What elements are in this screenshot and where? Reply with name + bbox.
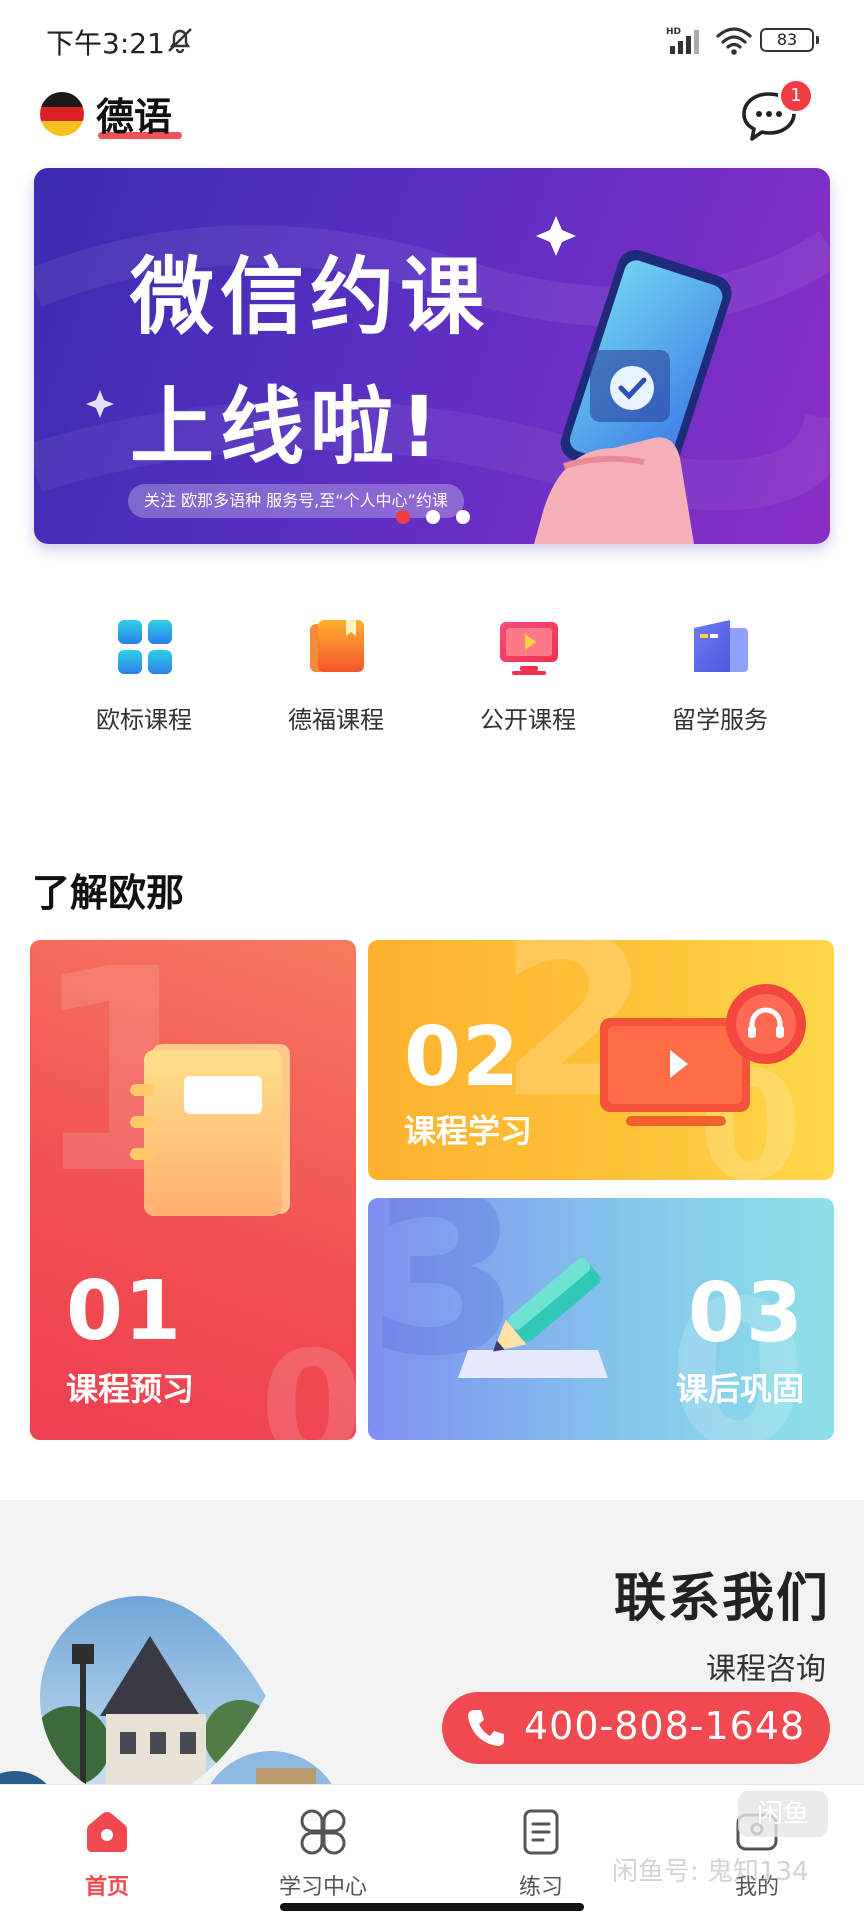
- grid-apps-icon: [118, 620, 172, 674]
- contact-section: 联系我们 课程咨询 400-808-1648: [0, 1500, 864, 1784]
- pagination-dot-2[interactable]: [426, 510, 440, 524]
- menu-item-testdaf-courses[interactable]: 德福课程: [256, 612, 416, 742]
- signal-hd-icon: HD: [666, 27, 699, 54]
- menu-item-label: 德福课程: [288, 706, 384, 734]
- phone-in-hand-illustration: [534, 250, 732, 544]
- banner-title-line1: 微信约课: [130, 248, 491, 346]
- quick-menu: 欧标课程 德福课程 公开课程 留学服务: [0, 612, 864, 742]
- promo-banner[interactable]: 微信约课 上线啦! 关注 欧那多语种 服务号,至“个人中心”约课: [34, 168, 830, 544]
- menu-item-study-abroad[interactable]: 留学服务: [640, 612, 800, 742]
- wifi-icon: [716, 27, 752, 55]
- tv-play-icon: [500, 622, 558, 675]
- app-header: 德语 1: [0, 78, 864, 168]
- home-indicator: [280, 1903, 584, 1911]
- tab-label: 学习中心: [278, 1875, 367, 1900]
- section-title: 了解欧那: [32, 871, 185, 915]
- pagination-dot-1[interactable]: [396, 510, 410, 524]
- language-selector[interactable]: 德语: [96, 86, 172, 141]
- menu-item-label: 留学服务: [672, 706, 768, 734]
- banner-title-line2: 上线啦!: [130, 378, 445, 476]
- tab-study-center[interactable]: 学习中心: [248, 1797, 398, 1900]
- card-after-class-review[interactable]: 3 0 03 课后巩固: [368, 1198, 834, 1440]
- home-icon: [87, 1812, 127, 1852]
- contact-title: 联系我们: [613, 1569, 830, 1629]
- tab-label: 首页: [84, 1875, 129, 1900]
- tab-home[interactable]: 首页: [32, 1797, 182, 1900]
- tab-practice[interactable]: 练习: [466, 1797, 616, 1900]
- menu-item-label: 欧标课程: [96, 706, 192, 734]
- document-list-icon: [523, 1809, 559, 1855]
- svg-text:HD: HD: [666, 27, 681, 37]
- card-label: 课程预习: [66, 1370, 195, 1408]
- card-number: 01: [66, 1264, 183, 1359]
- building-photo: [199, 1751, 343, 1784]
- battery-indicator: 83: [760, 28, 819, 52]
- video-headphones-illustration: [600, 984, 806, 1126]
- menu-item-label: 公开课程: [480, 706, 576, 734]
- pencil-paper-illustration: [458, 1258, 608, 1378]
- card-number: 02: [404, 1010, 521, 1105]
- message-badge: 1: [778, 78, 814, 114]
- card-label: 课程学习: [404, 1112, 533, 1150]
- status-time: 下午3:21: [46, 27, 165, 60]
- card-number: 03: [687, 1266, 804, 1361]
- watermark-logo: 闲鱼: [738, 1791, 828, 1837]
- decorative-circle: [0, 1771, 47, 1784]
- card-label: 课后巩固: [675, 1370, 804, 1408]
- watermark-text: 闲鱼号: 鬼知134: [612, 1857, 809, 1887]
- phone-icon: [468, 1710, 504, 1746]
- card-course-preview[interactable]: 1 0 01 课程预习: [30, 940, 356, 1440]
- documents-icon: [694, 620, 748, 672]
- menu-item-public-courses[interactable]: 公开课程: [448, 612, 608, 742]
- contact-subtitle: 课程咨询: [706, 1652, 826, 1687]
- call-hotline-button[interactable]: 400-808-1648: [442, 1692, 830, 1764]
- pagination-dot-3[interactable]: [456, 510, 470, 524]
- status-bar: 下午3:21 HD 83: [0, 0, 864, 84]
- germany-flag-icon[interactable]: [40, 92, 84, 136]
- bell-muted-icon: [168, 28, 192, 54]
- banner-pagination: [396, 510, 486, 526]
- clover-grid-icon: [300, 1809, 346, 1855]
- bottom-tab-bar: 首页 学习中心 练习 我的 闲鱼 闲鱼号: 鬼知134: [0, 1784, 864, 1920]
- hotline-number: 400-808-1648: [524, 1704, 806, 1748]
- menu-item-cefr-courses[interactable]: 欧标课程: [64, 612, 224, 742]
- card-bg-digit-zero: 0: [260, 1320, 356, 1440]
- book-icon: [310, 620, 364, 672]
- tab-label: 练习: [518, 1875, 563, 1900]
- notebook-illustration: [130, 1044, 290, 1216]
- card-course-learning[interactable]: 2 0 02 课程学习: [368, 940, 834, 1180]
